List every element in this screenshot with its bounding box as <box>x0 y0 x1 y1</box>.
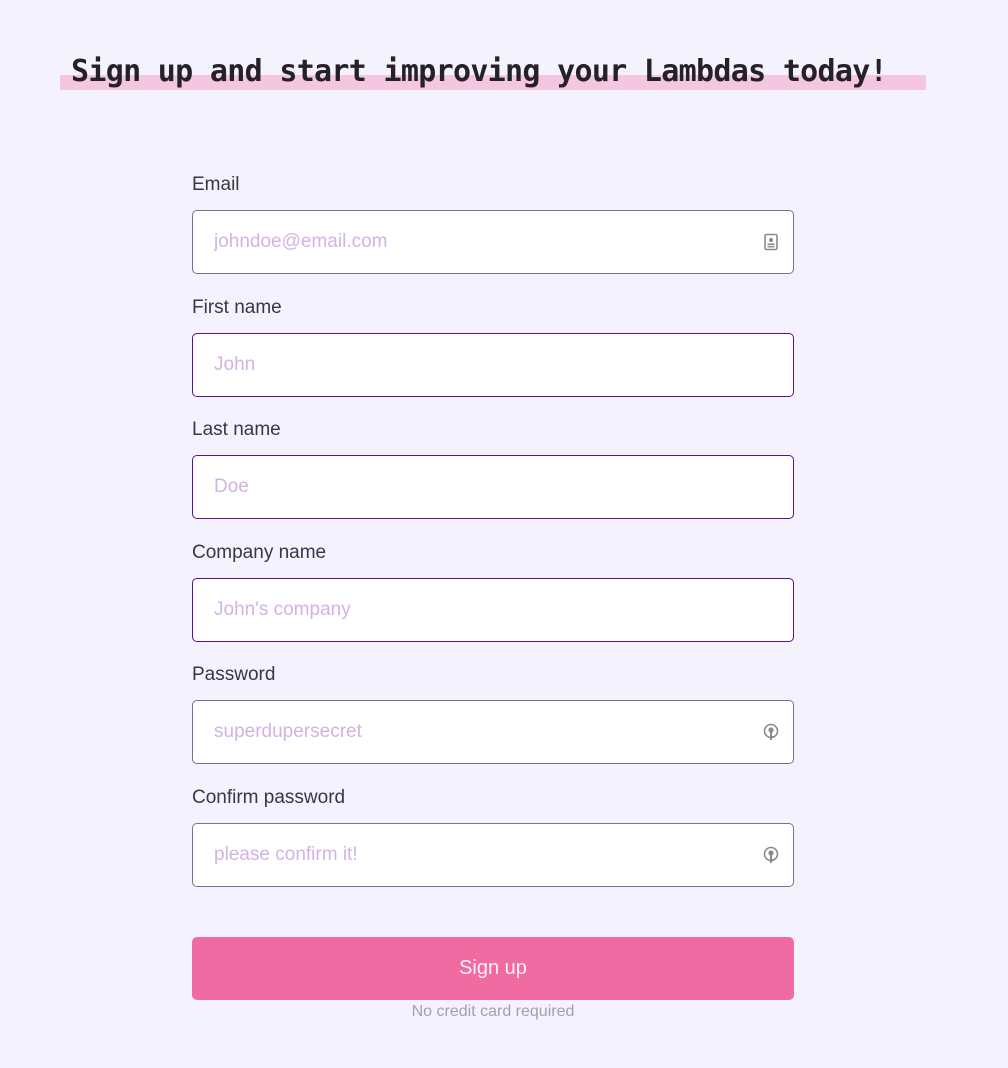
last-name-label: Last name <box>192 419 281 440</box>
sign-up-button[interactable]: Sign up <box>192 937 794 1000</box>
company-name-label: Company name <box>192 542 327 563</box>
no-credit-card-note: No credit card required <box>411 1003 575 1020</box>
email-input[interactable] <box>193 211 793 273</box>
email-input-box <box>192 210 794 274</box>
password-field-group: Password <box>192 662 794 764</box>
first-name-field-group: First name <box>192 295 794 397</box>
contact-card-icon[interactable] <box>762 233 780 251</box>
password-input[interactable] <box>193 701 793 763</box>
company-name-input[interactable] <box>193 579 793 641</box>
key-icon[interactable] <box>762 723 780 741</box>
first-name-label: First name <box>192 297 282 318</box>
confirm-password-field-group: Confirm password <box>192 785 794 887</box>
password-label: Password <box>192 664 276 685</box>
email-field-group: Email <box>192 172 794 274</box>
heading-container: Sign up and start improving your Lambdas… <box>60 50 926 94</box>
email-label: Email <box>192 174 240 195</box>
confirm-password-input-box <box>192 823 794 887</box>
company-name-field-group: Company name <box>192 540 794 642</box>
last-name-field-group: Last name <box>192 417 794 519</box>
last-name-input[interactable] <box>193 456 793 518</box>
company-name-input-box <box>192 578 794 642</box>
first-name-input[interactable] <box>193 334 793 396</box>
page-title: Sign up and start improving your Lambdas… <box>71 54 888 89</box>
confirm-password-label: Confirm password <box>192 787 346 808</box>
password-input-box <box>192 700 794 764</box>
confirm-password-input[interactable] <box>193 824 793 886</box>
first-name-input-box <box>192 333 794 397</box>
key-icon[interactable] <box>762 846 780 864</box>
last-name-input-box <box>192 455 794 519</box>
